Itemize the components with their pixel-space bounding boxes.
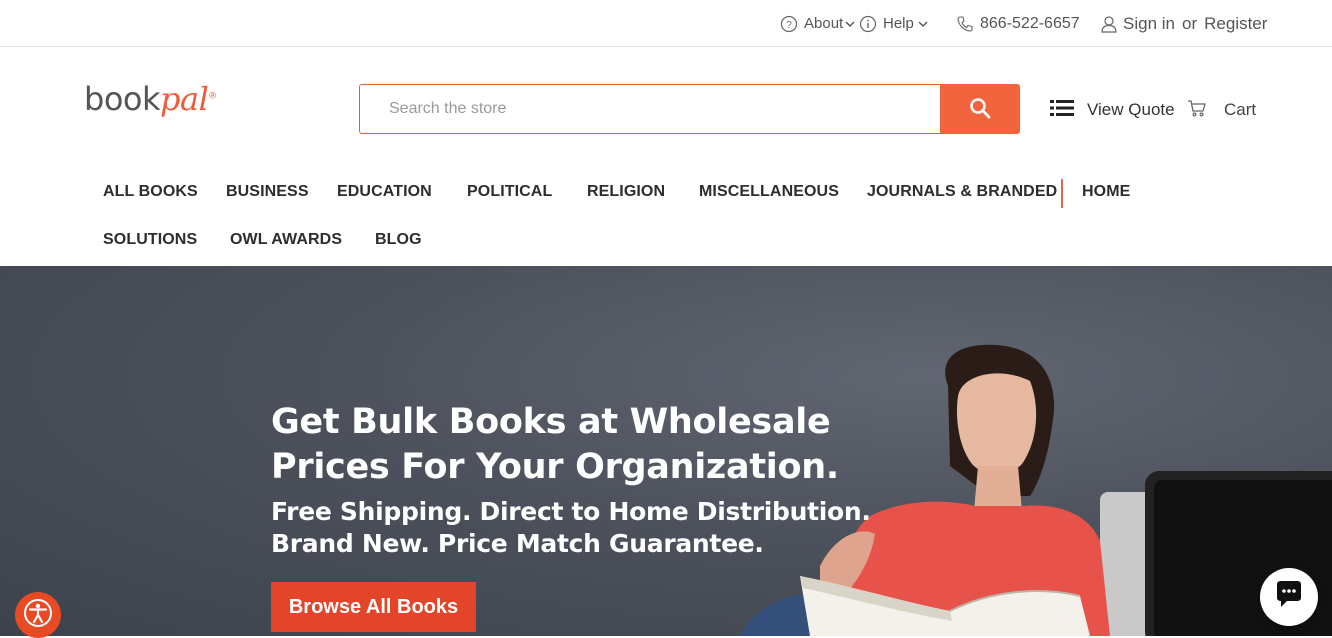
face <box>956 373 1037 475</box>
hero-headline-line1: Get Bulk Books at Wholesale <box>271 402 831 442</box>
search-button[interactable] <box>940 84 1020 134</box>
nav-solutions[interactable]: SOLUTIONS <box>103 231 197 249</box>
or-text: or <box>1181 13 1198 33</box>
nav-journals-branded[interactable]: JOURNALS & BRANDED <box>867 183 1057 201</box>
chevron-down-icon <box>918 19 928 29</box>
svg-text:?: ? <box>786 20 792 31</box>
cart-link[interactable]: Cart <box>1187 98 1256 122</box>
phone-icon <box>956 15 974 33</box>
hero-headline: Get Bulk Books at Wholesale Prices For Y… <box>271 400 891 490</box>
question-circle-icon: ? <box>780 15 798 33</box>
chevron-down-icon <box>845 19 855 29</box>
register-link[interactable]: Register <box>1204 14 1267 34</box>
help-menu[interactable]: Help <box>859 0 928 47</box>
hero-headline-line2: Prices For Your Organization. <box>271 447 839 487</box>
about-label: About <box>804 15 844 32</box>
nav-miscellaneous[interactable]: MISCELLANEOUS <box>699 183 839 201</box>
accessibility-button[interactable] <box>15 592 61 638</box>
sign-in-link[interactable]: Sign in <box>1123 14 1175 34</box>
phone-link[interactable]: 866-522-6657 <box>956 0 1080 47</box>
view-quote-label: View Quote <box>1087 100 1175 119</box>
nav-home[interactable]: HOME <box>1082 183 1130 201</box>
logo-main: book <box>84 80 161 118</box>
hero-subheadline: Free Shipping. Direct to Home Distributi… <box>271 496 891 560</box>
info-circle-icon <box>859 15 877 33</box>
nav-political[interactable]: POLITICAL <box>467 183 552 201</box>
chat-icon <box>1273 580 1305 615</box>
utility-bar: ? About Help 866-522-6657 Sign in or Reg… <box>0 0 1332 47</box>
logo-accent: pal <box>160 80 209 118</box>
nav-owl-awards[interactable]: OWL AWARDS <box>230 231 342 249</box>
nav-all-books[interactable]: ALL BOOKS <box>103 183 198 201</box>
nav-religion[interactable]: RELIGION <box>587 183 665 201</box>
list-icon <box>1050 99 1074 122</box>
view-quote-link[interactable]: View Quote <box>1050 98 1175 122</box>
logo-mark: ® <box>208 91 217 102</box>
search-input[interactable] <box>359 84 941 134</box>
nav-business[interactable]: BUSINESS <box>226 183 309 201</box>
bookpal-logo[interactable]: bookpal® <box>84 80 217 136</box>
nav-divider <box>1061 179 1063 208</box>
about-menu[interactable]: ? About <box>780 0 855 47</box>
hero-sub-line2: Brand New. Price Match Guarantee. <box>271 529 764 558</box>
search-icon <box>969 97 991 122</box>
user-icon <box>1101 15 1117 33</box>
cart-icon <box>1187 98 1207 123</box>
account-links: Sign in or Register <box>1101 0 1267 47</box>
cart-label: Cart <box>1224 100 1257 119</box>
nav-education[interactable]: EDUCATION <box>337 183 432 201</box>
phone-number: 866-522-6657 <box>980 14 1080 32</box>
hero-sub-line1: Free Shipping. Direct to Home Distributi… <box>271 497 871 526</box>
chat-widget-button[interactable] <box>1260 568 1318 626</box>
search-bar <box>359 84 1020 134</box>
browse-all-books-button[interactable]: Browse All Books <box>271 582 476 632</box>
help-label: Help <box>883 15 914 32</box>
nav-blog[interactable]: BLOG <box>375 231 422 249</box>
accessibility-icon <box>23 598 53 633</box>
hero-banner: Get Bulk Books at Wholesale Prices For Y… <box>0 266 1332 636</box>
